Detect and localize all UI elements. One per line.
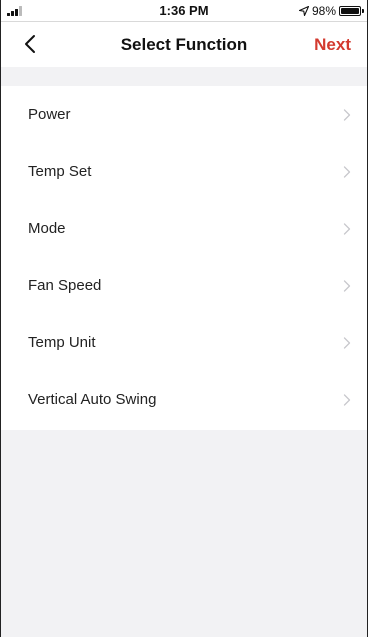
- function-item-temp-unit[interactable]: Temp Unit: [1, 314, 367, 371]
- function-item-label: Fan Speed: [28, 277, 102, 294]
- function-item-label: Temp Set: [28, 163, 92, 180]
- function-item-label: Power: [28, 106, 71, 123]
- status-right: 98%: [298, 3, 364, 19]
- function-item-label: Mode: [28, 220, 66, 237]
- navigation-bar: Select Function Next: [1, 22, 367, 67]
- location-arrow-icon: [298, 6, 309, 16]
- chevron-right-icon: [343, 165, 351, 178]
- battery-icon: [339, 6, 364, 16]
- page-title: Select Function: [120, 35, 248, 54]
- battery-percentage: 98%: [311, 4, 336, 18]
- phone-screen: 1:36 PM 98% Select Function Next Power Te…: [0, 0, 368, 637]
- chevron-right-icon: [343, 222, 351, 235]
- status-bar: 1:36 PM 98%: [1, 0, 367, 22]
- battery-fill: [341, 8, 359, 14]
- function-item-power[interactable]: Power: [1, 86, 367, 143]
- chevron-right-icon: [343, 279, 351, 292]
- chevron-right-icon: [343, 393, 351, 406]
- function-item-fan-speed[interactable]: Fan Speed: [1, 257, 367, 314]
- battery-tip: [362, 9, 364, 13]
- function-list: Power Temp Set Mode Fan Speed Temp Unit Verti…: [1, 86, 367, 430]
- chevron-right-icon: [343, 108, 351, 121]
- next-button[interactable]: Next: [314, 35, 351, 55]
- function-item-label: Vertical Auto Swing: [28, 391, 157, 408]
- function-item-vertical-auto-swing[interactable]: Vertical Auto Swing: [1, 371, 367, 428]
- function-item-label: Temp Unit: [28, 334, 96, 351]
- function-item-mode[interactable]: Mode: [1, 200, 367, 257]
- function-item-temp-set[interactable]: Temp Set: [1, 143, 367, 200]
- chevron-right-icon: [343, 336, 351, 349]
